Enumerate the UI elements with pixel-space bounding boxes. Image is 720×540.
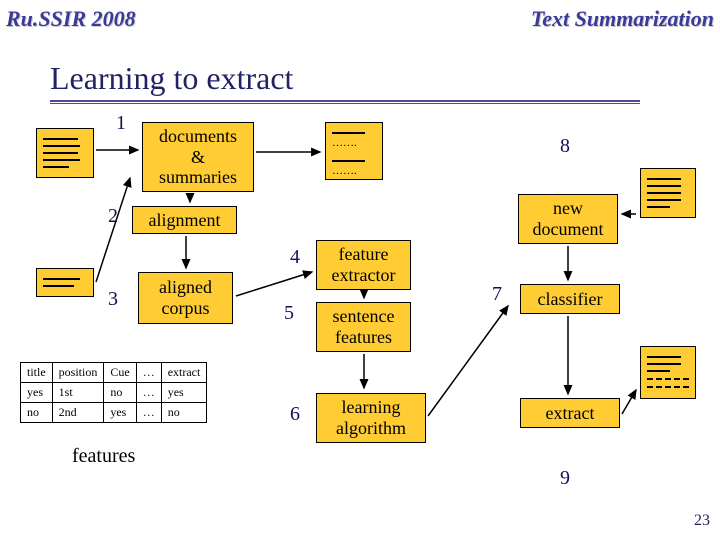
step-4: 4 — [290, 246, 300, 269]
box-sentence-features: sentence features — [316, 302, 411, 352]
box-docs-l2: & — [143, 147, 253, 168]
th-4: extract — [161, 363, 207, 383]
box-alignment-label: alignment — [133, 210, 236, 231]
box-aligned-l1: aligned — [139, 277, 232, 298]
th-1: position — [52, 363, 104, 383]
doc-with-dots-icon: ……. ……. — [325, 122, 383, 180]
box-classifier-label: classifier — [521, 289, 619, 310]
slide-number: 23 — [694, 512, 710, 530]
th-0: title — [21, 363, 53, 383]
box-newdoc-l1: new — [519, 198, 617, 219]
summary-icon-small — [36, 268, 94, 297]
box-feat-l1: feature — [317, 244, 410, 265]
extract-output-icon — [640, 346, 696, 399]
box-aligned-l2: corpus — [139, 298, 232, 319]
box-aligned-corpus: aligned corpus — [138, 272, 233, 324]
box-extract: extract — [520, 398, 620, 428]
table-row: no 2nd yes … no — [21, 403, 207, 423]
box-documents-summaries: documents & summaries — [142, 122, 254, 192]
th-2: Cue — [104, 363, 136, 383]
header-left: Ru.SSIR 2008 — [6, 6, 136, 32]
step-7: 7 — [492, 283, 502, 306]
step-5: 5 — [284, 302, 294, 325]
box-learn-l2: algorithm — [317, 418, 425, 439]
features-table: title position Cue … extract yes 1st no … — [20, 362, 207, 423]
step-3: 3 — [108, 288, 118, 311]
new-doc-icon — [640, 168, 696, 218]
box-learning-algorithm: learning algorithm — [316, 393, 426, 443]
page-title: Learning to extract — [50, 60, 293, 97]
box-feature-extractor: feature extractor — [316, 240, 411, 290]
step-1: 1 — [116, 112, 126, 135]
table-header-row: title position Cue … extract — [21, 363, 207, 383]
box-learn-l1: learning — [317, 397, 425, 418]
doc-icon-large — [36, 128, 94, 178]
title-rule — [50, 100, 640, 104]
box-docs-l1: documents — [143, 126, 253, 147]
box-feat-l2: extractor — [317, 265, 410, 286]
step-2: 2 — [108, 205, 118, 228]
box-docs-l3: summaries — [143, 167, 253, 188]
box-new-document: new document — [518, 194, 618, 244]
box-sent-l1: sentence — [317, 306, 410, 327]
step-9: 9 — [560, 467, 570, 490]
step-8: 8 — [560, 135, 570, 158]
header-right: Text Summarization — [531, 6, 714, 32]
box-sent-l2: features — [317, 327, 410, 348]
box-alignment: alignment — [132, 206, 237, 234]
box-newdoc-l2: document — [519, 219, 617, 240]
th-3: … — [136, 363, 161, 383]
box-extract-label: extract — [521, 403, 619, 424]
features-label: features — [72, 445, 135, 468]
box-classifier: classifier — [520, 284, 620, 314]
step-6: 6 — [290, 403, 300, 426]
table-row: yes 1st no … yes — [21, 383, 207, 403]
